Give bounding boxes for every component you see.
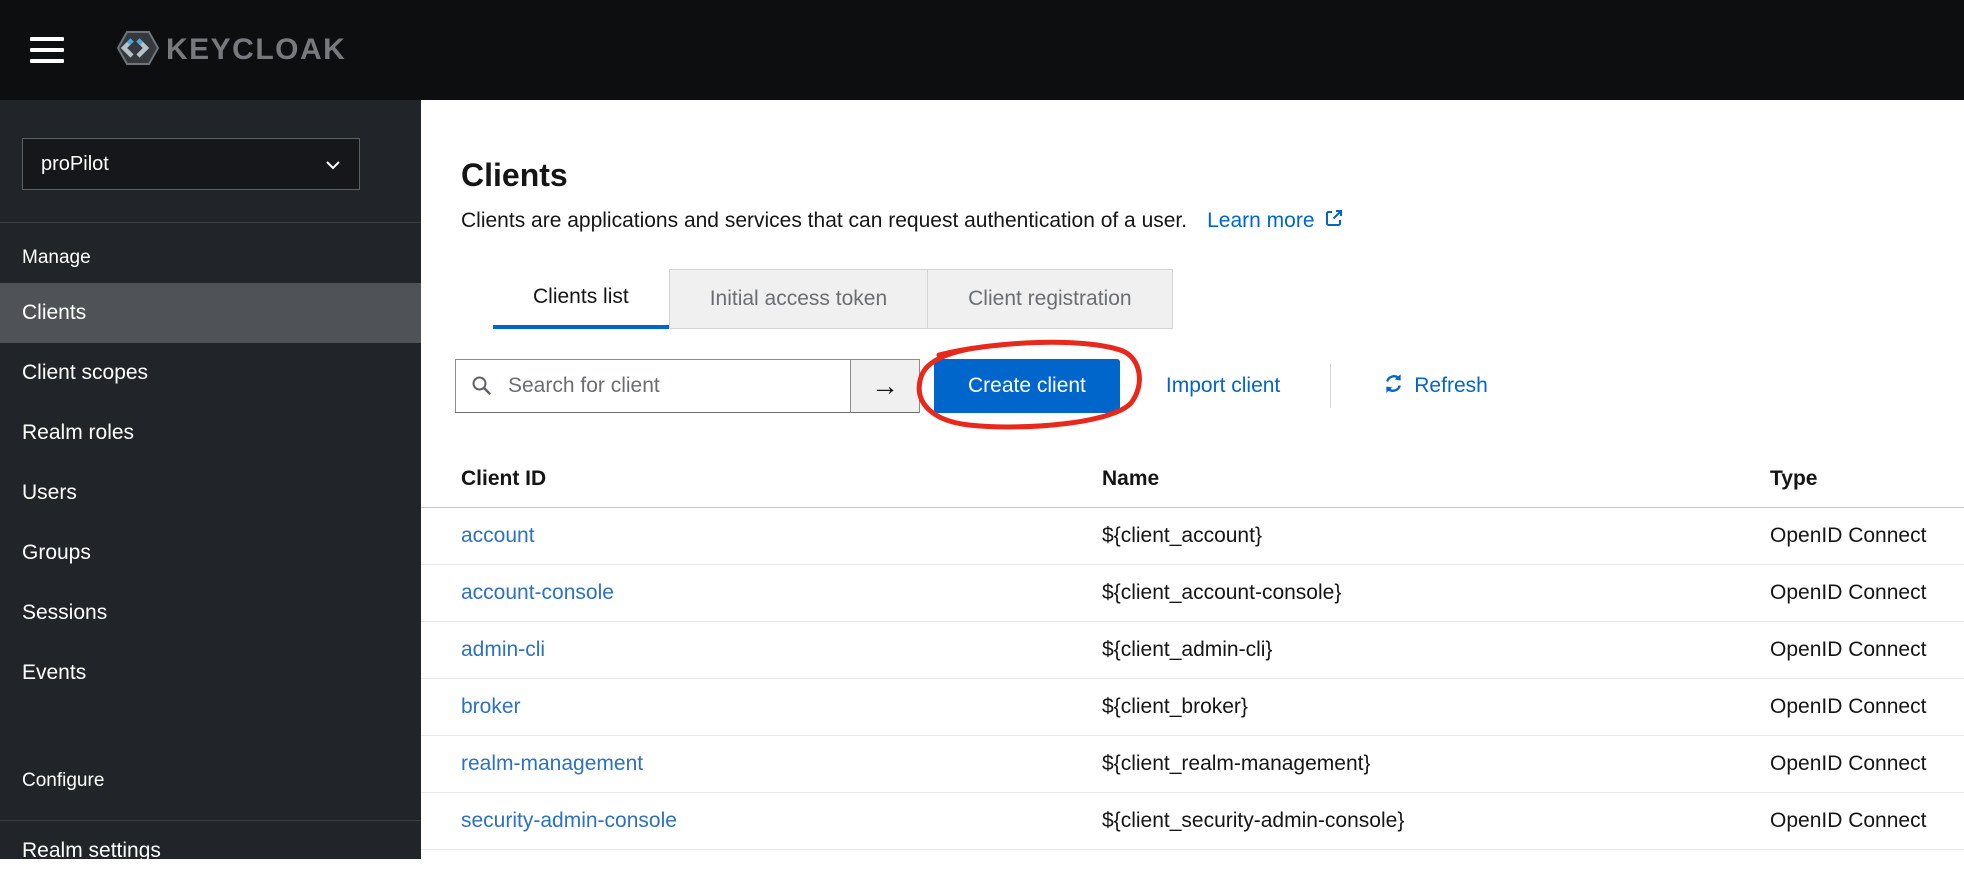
client-name: ${client_account} xyxy=(1102,524,1262,547)
tab-client-registration[interactable]: Client registration xyxy=(927,269,1173,329)
refresh-icon xyxy=(1383,373,1404,400)
sidebar-item-label: Sessions xyxy=(22,601,108,624)
search-box: → xyxy=(455,359,920,413)
table-row: account ${client_account} OpenID Connect xyxy=(421,508,1964,565)
page-subtitle-row: Clients are applications and services th… xyxy=(461,208,1964,234)
table-header-row: Client ID Name Type xyxy=(421,451,1964,508)
tab-clients-list[interactable]: Clients list xyxy=(493,269,669,329)
keycloak-logo: KEYCLOAK xyxy=(108,27,346,74)
client-id-link[interactable]: admin-cli xyxy=(461,638,545,661)
sidebar-item-label: Clients xyxy=(22,301,87,324)
sidebar-nav: Manage Clients Client scopes Realm roles… xyxy=(0,223,421,880)
sidebar-item-clients[interactable]: Clients xyxy=(0,283,421,343)
sidebar-item-label: Groups xyxy=(22,541,91,564)
client-type: OpenID Connect xyxy=(1770,695,1927,718)
sidebar-item-events[interactable]: Events xyxy=(0,643,421,703)
page-header: Clients Clients are applications and ser… xyxy=(421,100,1964,234)
chevron-down-icon xyxy=(325,153,341,176)
hamburger-bar xyxy=(30,37,64,41)
sidebar-item-label: Users xyxy=(22,481,77,504)
table-row: broker ${client_broker} OpenID Connect xyxy=(421,679,1964,736)
client-type: OpenID Connect xyxy=(1770,581,1927,604)
table-row: admin-cli ${client_admin-cli} OpenID Con… xyxy=(421,622,1964,679)
sidebar-item-label: Events xyxy=(22,661,87,684)
refresh-label: Refresh xyxy=(1414,374,1488,397)
import-client-link[interactable]: Import client xyxy=(1166,374,1280,398)
search-input[interactable] xyxy=(455,359,851,413)
realm-selector-value: proPilot xyxy=(41,152,109,175)
column-header-type: Type xyxy=(1770,467,1818,490)
sidebar-item-groups[interactable]: Groups xyxy=(0,523,421,583)
create-client-button[interactable]: Create client xyxy=(934,359,1120,413)
toolbar-divider xyxy=(1330,364,1332,408)
clients-toolbar: → Create client Import client Refresh xyxy=(455,358,1964,414)
client-id-link[interactable]: realm-management xyxy=(461,752,643,775)
column-header-name: Name xyxy=(1102,467,1160,490)
refresh-link[interactable]: Refresh xyxy=(1383,373,1488,400)
sidebar-item-label: Realm roles xyxy=(22,421,135,444)
hamburger-menu-icon[interactable] xyxy=(30,30,68,70)
client-id-link[interactable]: broker xyxy=(461,695,521,718)
sidebar-item-client-scopes[interactable]: Client scopes xyxy=(0,343,421,403)
client-name: ${client_security-admin-console} xyxy=(1102,809,1405,832)
sidebar-item-users[interactable]: Users xyxy=(0,463,421,523)
learn-more-label: Learn more xyxy=(1207,209,1315,232)
table-row: security-admin-console ${client_security… xyxy=(421,793,1964,850)
external-link-icon xyxy=(1324,208,1344,234)
client-name: ${client_realm-management} xyxy=(1102,752,1371,775)
sidebar: proPilot Manage Clients Client scopes Re… xyxy=(0,100,421,862)
table-row: account-console ${client_account-console… xyxy=(421,565,1964,622)
keycloak-logo-text: KEYCLOAK xyxy=(166,33,347,66)
client-id-link[interactable]: security-admin-console xyxy=(461,809,677,832)
client-type: OpenID Connect xyxy=(1770,752,1927,775)
client-type: OpenID Connect xyxy=(1770,524,1927,547)
top-bar: KEYCLOAK xyxy=(0,0,1964,100)
client-id-link[interactable]: account xyxy=(461,524,535,547)
client-type: OpenID Connect xyxy=(1770,638,1927,661)
keycloak-logo-icon xyxy=(108,27,162,74)
client-name: ${client_admin-cli} xyxy=(1102,638,1273,661)
realm-selector-dropdown[interactable]: proPilot xyxy=(22,138,360,190)
sidebar-item-label: Client scopes xyxy=(22,361,149,384)
table-row: realm-management ${client_realm-manageme… xyxy=(421,736,1964,793)
nav-group-label-manage: Manage xyxy=(22,247,91,268)
client-type: OpenID Connect xyxy=(1770,809,1927,832)
page-title: Clients xyxy=(461,157,568,193)
learn-more-link[interactable]: Learn more xyxy=(1207,208,1343,234)
hamburger-bar xyxy=(30,59,64,63)
nav-group-label-configure: Configure xyxy=(22,770,105,791)
sidebar-item-sessions[interactable]: Sessions xyxy=(0,583,421,643)
tab-initial-access-token[interactable]: Initial access token xyxy=(668,269,929,329)
client-id-link[interactable]: account-console xyxy=(461,581,614,604)
page-subtitle: Clients are applications and services th… xyxy=(461,209,1188,232)
client-name: ${client_account-console} xyxy=(1102,581,1342,604)
clients-table: Client ID Name Type account ${client_acc… xyxy=(421,451,1964,850)
main-content: Clients Clients are applications and ser… xyxy=(421,100,1964,859)
tab-bar: Clients list Initial access token Client… xyxy=(493,269,1173,329)
sidebar-item-realm-settings[interactable]: Realm settings xyxy=(0,820,421,880)
column-header-client-id: Client ID xyxy=(461,467,547,490)
hamburger-bar xyxy=(30,48,64,52)
search-submit-button[interactable]: → xyxy=(850,359,920,413)
client-name: ${client_broker} xyxy=(1102,695,1248,718)
sidebar-item-realm-roles[interactable]: Realm roles xyxy=(0,403,421,463)
